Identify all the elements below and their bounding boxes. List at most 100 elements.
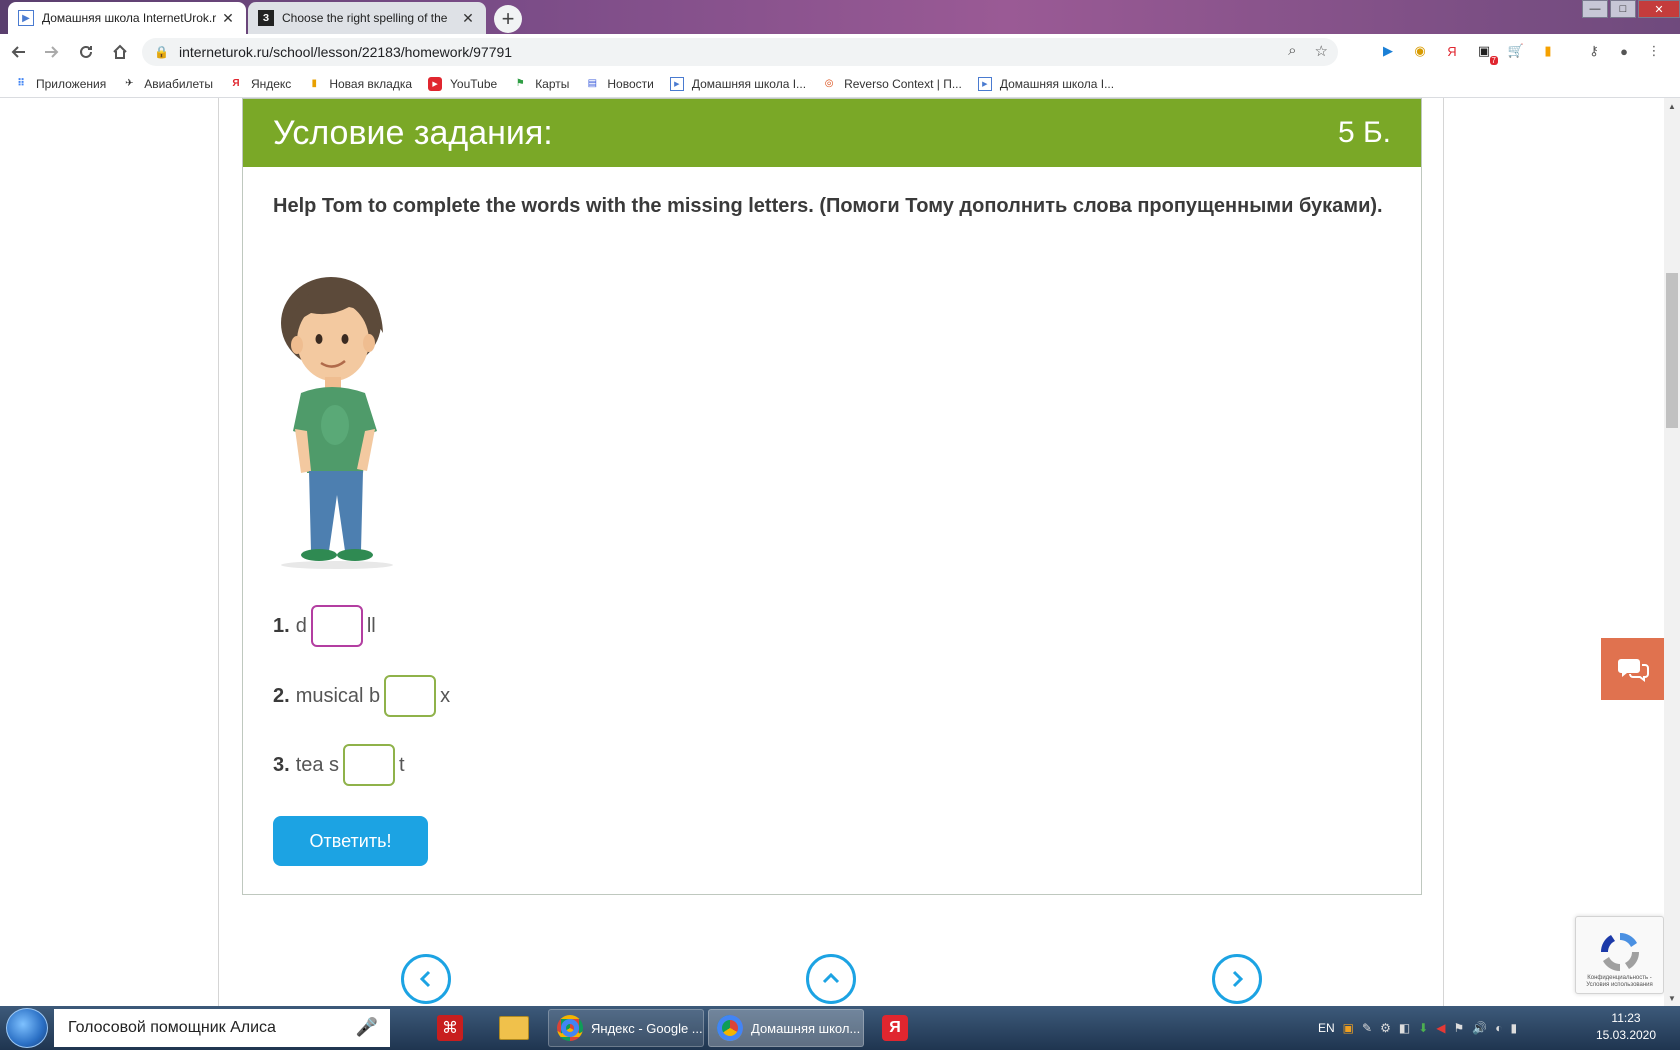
youtube-icon: ▶ [428, 76, 443, 91]
arrow-right-icon [45, 46, 59, 58]
next-task-button[interactable] [1212, 954, 1262, 1004]
recaptcha-badge[interactable]: Конфиденциальность - Условия использован… [1575, 916, 1664, 994]
bookmarks-bar: ⠿ Приложения ✈ Авиабилеты Я Яндекс ▮ Нов… [0, 70, 1680, 98]
maps-icon: ⚑ [515, 78, 525, 89]
extension-icon[interactable]: ◉ [1410, 41, 1430, 61]
bookmark-news[interactable]: ▤ Новости [585, 77, 654, 91]
language-indicator[interactable]: EN [1318, 1021, 1335, 1035]
tab-title: Choose the right spelling of the [282, 11, 448, 25]
chevron-right-icon [1232, 970, 1244, 988]
page-viewport: Условие задания: 5 Б. Help Tom to comple… [0, 98, 1664, 1006]
interneturok-icon: ▶ [977, 76, 992, 91]
home-icon [113, 44, 127, 59]
close-icon[interactable]: ✕ [460, 10, 476, 27]
bookmark-apps[interactable]: ⠿ Приложения [14, 77, 106, 91]
notifications-extension-icon[interactable]: ▣ 7 [1474, 41, 1498, 65]
star-icon[interactable]: ☆ [1315, 42, 1328, 60]
bookmark-yandex[interactable]: Я Яндекс [229, 77, 291, 91]
bookmark-new-tab[interactable]: ▮ Новая вкладка [307, 77, 412, 91]
tray-app-icon[interactable]: ◧ [1399, 1021, 1410, 1035]
reload-icon [80, 45, 92, 58]
cart-icon[interactable]: 🛒 [1506, 41, 1526, 61]
key-icon[interactable]: ⚷ [1584, 41, 1604, 61]
question-2: 2. musical b x [273, 674, 450, 718]
chat-button[interactable] [1601, 638, 1664, 700]
answer-input-1[interactable] [310, 605, 363, 647]
word-suffix: x [440, 684, 451, 707]
prev-task-button[interactable] [401, 954, 451, 1004]
bookmark-label: Домашняя школа I... [999, 76, 1115, 91]
profile-icon[interactable]: ● [1614, 41, 1634, 61]
back-button[interactable] [2, 36, 34, 68]
home-button[interactable] [104, 36, 136, 68]
tab-choose-spelling[interactable]: З Choose the right spelling of the ✕ [248, 2, 486, 34]
clock-time: 11:23 [1611, 1011, 1641, 1025]
interneturok-icon: ▶ [18, 10, 34, 26]
question-number: 3. [273, 753, 290, 776]
chevron-left-icon [419, 970, 431, 988]
action-center-flag-icon[interactable]: ⚑ [1453, 1021, 1464, 1035]
vertical-scrollbar[interactable]: ▲ ▼ [1664, 98, 1680, 1006]
network-icon[interactable]: ▮ [1510, 1021, 1517, 1035]
word-suffix: t [399, 753, 405, 776]
zoom-icon[interactable]: ⌕ [1288, 42, 1296, 60]
submit-answer-button[interactable]: Ответить! [273, 816, 428, 866]
interneturok-icon: ▶ [669, 76, 684, 91]
reverso-icon: ◎ [824, 78, 834, 89]
taskbar-window-yandex-chrome[interactable]: Яндекс - Google ... [548, 1009, 704, 1047]
tray-app-icon[interactable]: ⚙ [1380, 1021, 1391, 1035]
scroll-top-button[interactable] [806, 954, 856, 1004]
tray-app-icon[interactable]: ◀ [1436, 1021, 1445, 1035]
answer-input-2[interactable] [384, 675, 437, 717]
microphone-icon[interactable]: 🎤 [356, 1017, 378, 1038]
volume-icon[interactable]: 🔊 [1472, 1021, 1487, 1035]
scroll-up-icon[interactable]: ▲ [1664, 98, 1680, 114]
play-extension-icon[interactable]: ▶ [1378, 41, 1398, 61]
start-button[interactable] [6, 1008, 48, 1048]
address-bar[interactable]: 🔒 interneturok.ru/school/lesson/22183/ho… [142, 38, 1338, 66]
word-prefix: musical b [295, 684, 381, 707]
bookmark-interneturok-1[interactable]: ▶ Домашняя школа I... [669, 76, 806, 91]
answer-input-3[interactable] [343, 744, 396, 786]
new-tab-button[interactable]: + [494, 5, 522, 33]
bookmark-aviabilety[interactable]: ✈ Авиабилеты [122, 77, 213, 91]
taskbar-window-interneturok-chrome[interactable]: Домашняя школ... [708, 1009, 864, 1047]
tom-illustration [281, 277, 393, 569]
page-border-right [1443, 98, 1444, 1006]
task-instruction: Help Tom to complete the words with the … [273, 195, 1383, 217]
bookmark-reverso[interactable]: ◎ Reverso Context | П... [822, 77, 962, 91]
arrow-left-icon [11, 46, 25, 58]
question-1: 1. d ll [273, 604, 376, 648]
close-icon[interactable]: ✕ [220, 10, 236, 27]
chrome-icon [557, 1015, 583, 1041]
assistant-label: Голосовой помощник Алиса [68, 1019, 276, 1036]
bookmark-interneturok-2[interactable]: ▶ Домашняя школа I... [977, 76, 1115, 91]
window-close-button[interactable]: ✕ [1638, 0, 1680, 18]
taskbar-clock[interactable]: 11:23 15.03.2020 [1590, 1010, 1662, 1044]
minimize-button[interactable]: — [1582, 0, 1608, 18]
bookmark-label: Яндекс [250, 76, 292, 91]
znanija-icon: З [258, 10, 274, 26]
tray-app-icon[interactable]: ◐ [1495, 1021, 1502, 1035]
bookmark-maps[interactable]: ⚑ Карты [513, 77, 570, 91]
file-explorer-icon[interactable] [484, 1009, 544, 1047]
voice-assistant-search[interactable]: Голосовой помощник Алиса 🎤 [54, 1009, 390, 1047]
menu-icon[interactable]: ⋮ [1644, 41, 1664, 61]
acrobat-taskbar-icon[interactable]: ⌘ [420, 1009, 480, 1047]
tray-app-icon[interactable]: ▣ [1343, 1021, 1354, 1035]
tray-app-icon[interactable]: ✎ [1362, 1021, 1372, 1035]
reload-button[interactable] [70, 36, 102, 68]
scroll-down-icon[interactable]: ▼ [1664, 990, 1680, 1006]
question-3: 3. tea s t [273, 743, 405, 787]
download-icon[interactable]: ⬇ [1418, 1021, 1428, 1035]
maximize-button[interactable]: □ [1610, 0, 1636, 18]
tab-interneturok[interactable]: ▶ Домашняя школа InternetUrok.r ✕ [8, 2, 246, 34]
bookmark-flag-icon[interactable]: ▮ [1538, 41, 1558, 61]
forward-button[interactable] [36, 36, 68, 68]
page-border-left [218, 98, 219, 1006]
taskbar-window-label: Домашняя школ... [751, 1020, 861, 1036]
scrollbar-thumb[interactable] [1666, 273, 1678, 428]
yandex-extension-icon[interactable]: Я [1442, 41, 1462, 61]
yandex-browser-taskbar-icon[interactable]: Я [870, 1009, 920, 1047]
bookmark-youtube[interactable]: ▶ YouTube [428, 76, 497, 91]
